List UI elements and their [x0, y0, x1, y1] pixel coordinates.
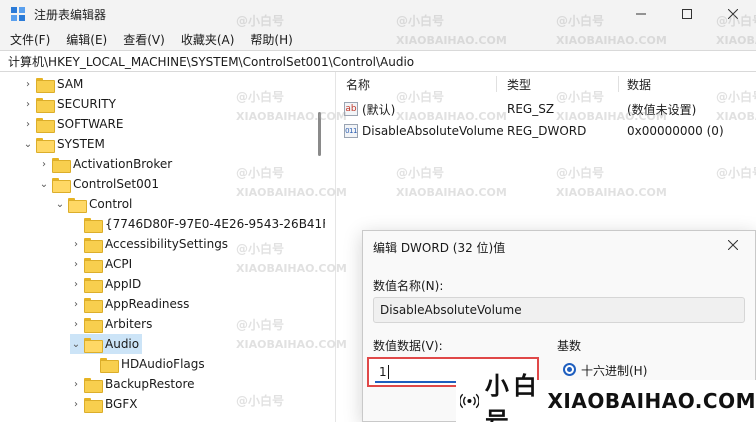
value-data-label: 数值数据(V):: [373, 339, 443, 353]
column-header-data[interactable]: 数据: [627, 72, 651, 96]
chevron-right-icon[interactable]: ›: [70, 374, 82, 394]
text-cursor: [387, 365, 389, 379]
close-icon: [728, 240, 738, 250]
value-name-field: DisableAbsoluteVolume: [373, 297, 745, 323]
tree-item-guid[interactable]: {7746D80F-97E0-4E26-9543-26B41FC: [70, 214, 325, 234]
folder-icon: [84, 217, 103, 233]
chevron-right-icon[interactable]: ›: [22, 94, 34, 114]
key-tree: › SAM › SECURITY › SOFTWARE ⌄ SYSTEM › Activa…: [0, 72, 325, 422]
tree-scrollbar[interactable]: [318, 112, 321, 156]
folder-open-icon: [36, 137, 55, 153]
minimize-button[interactable]: [618, 0, 664, 28]
folder-icon: [84, 377, 103, 393]
list-item[interactable]: 011 DisableAbsoluteVolume REG_DWORD 0x000…: [336, 120, 756, 142]
tree-item-sam[interactable]: › SAM: [22, 74, 83, 94]
tree-item-activationbroker[interactable]: › ActivationBroker: [38, 154, 172, 174]
tree-item-appreadiness[interactable]: › AppReadiness: [70, 294, 189, 314]
minimize-icon: [636, 13, 646, 15]
base-label: 基数: [557, 339, 582, 353]
broadcast-icon: [460, 393, 479, 409]
folder-icon: [84, 317, 103, 333]
chevron-right-icon[interactable]: ›: [70, 394, 82, 414]
address-path: 计算机\HKEY_LOCAL_MACHINE\SYSTEM\ControlSet…: [8, 54, 415, 69]
tree-item-control[interactable]: ⌄ Control: [54, 194, 132, 214]
chevron-right-icon[interactable]: ›: [70, 254, 82, 274]
menu-help[interactable]: 帮助(H): [244, 31, 298, 48]
chevron-down-icon[interactable]: ⌄: [70, 334, 82, 354]
maximize-icon: [682, 9, 692, 19]
folder-icon: [36, 97, 55, 113]
folder-icon: [84, 257, 103, 273]
radio-hexadecimal-label: 十六进制(H): [581, 364, 648, 378]
folder-icon: [36, 77, 55, 93]
chevron-right-icon[interactable]: ›: [70, 314, 82, 334]
folder-icon: [84, 277, 103, 293]
maximize-button[interactable]: [664, 0, 710, 28]
folder-open-icon: [52, 177, 71, 193]
chevron-right-icon[interactable]: ›: [22, 114, 34, 134]
folder-icon: [84, 237, 103, 253]
folder-icon: [36, 117, 55, 133]
tree-item-bgfx[interactable]: › BGFX: [70, 394, 137, 414]
value-name-label: 数值名称(N):: [373, 279, 444, 293]
registry-editor-icon: [11, 7, 25, 21]
chevron-right-icon[interactable]: ›: [70, 274, 82, 294]
menu-edit[interactable]: 编辑(E): [60, 31, 113, 48]
list-header: 名称 类型 数据: [336, 72, 756, 96]
tree-item-software[interactable]: › SOFTWARE: [22, 114, 123, 134]
title-bar: 注册表编辑器: [0, 0, 756, 28]
brand-name-en: XIAOBAIHAO.COM: [547, 389, 756, 413]
column-header-type[interactable]: 类型: [507, 72, 531, 96]
dialog-title: 编辑 DWORD (32 位)值: [373, 241, 506, 255]
folder-open-icon: [68, 197, 87, 213]
column-header-name[interactable]: 名称: [346, 72, 370, 96]
window-title: 注册表编辑器: [34, 7, 107, 22]
tree-item-acpi[interactable]: › ACPI: [70, 254, 132, 274]
binary-value-icon: 011: [344, 124, 358, 138]
menu-favorites[interactable]: 收藏夹(A): [175, 31, 241, 48]
radio-hexadecimal[interactable]: [563, 363, 576, 376]
dialog-close-button[interactable]: [723, 235, 743, 255]
folder-icon: [84, 297, 103, 313]
tree-item-arbiters[interactable]: › Arbiters: [70, 314, 152, 334]
menu-view[interactable]: 查看(V): [117, 31, 171, 48]
tree-item-backuprestore[interactable]: › BackupRestore: [70, 374, 195, 394]
tree-item-accessibilitysettings[interactable]: › AccessibilitySettings: [70, 234, 228, 254]
tree-item-security[interactable]: › SECURITY: [22, 94, 116, 114]
brand-logo: 小白号 XIAOBAIHAO.COM: [456, 372, 756, 422]
close-button[interactable]: [710, 0, 756, 28]
tree-item-hdaudioflags[interactable]: HDAudioFlags: [86, 354, 205, 374]
folder-icon: [52, 157, 71, 173]
tree-item-system[interactable]: ⌄ SYSTEM: [22, 134, 105, 154]
tree-item-audio[interactable]: ⌄ Audio: [70, 334, 142, 354]
folder-open-icon: [84, 337, 103, 353]
address-bar[interactable]: 计算机\HKEY_LOCAL_MACHINE\SYSTEM\ControlSet…: [0, 50, 756, 72]
chevron-right-icon[interactable]: ›: [38, 154, 50, 174]
chevron-right-icon[interactable]: ›: [70, 294, 82, 314]
chevron-right-icon[interactable]: ›: [22, 74, 34, 94]
chevron-down-icon[interactable]: ⌄: [38, 174, 50, 194]
string-value-icon: ab: [344, 102, 358, 116]
tree-item-controlset001[interactable]: ⌄ ControlSet001: [38, 174, 159, 194]
chevron-down-icon[interactable]: ⌄: [22, 134, 34, 154]
list-item[interactable]: ab (默认) REG_SZ (数值未设置): [336, 98, 756, 120]
chevron-right-icon[interactable]: ›: [70, 234, 82, 254]
menu-file[interactable]: 文件(F): [4, 31, 56, 48]
folder-icon: [84, 397, 103, 413]
chevron-down-icon[interactable]: ⌄: [54, 194, 66, 214]
close-icon: [728, 9, 738, 19]
folder-icon: [100, 357, 119, 373]
tree-item-appid[interactable]: › AppID: [70, 274, 141, 294]
brand-name-cn: 小白号: [484, 372, 541, 422]
menu-bar: 文件(F) 编辑(E) 查看(V) 收藏夹(A) 帮助(H): [0, 28, 756, 50]
